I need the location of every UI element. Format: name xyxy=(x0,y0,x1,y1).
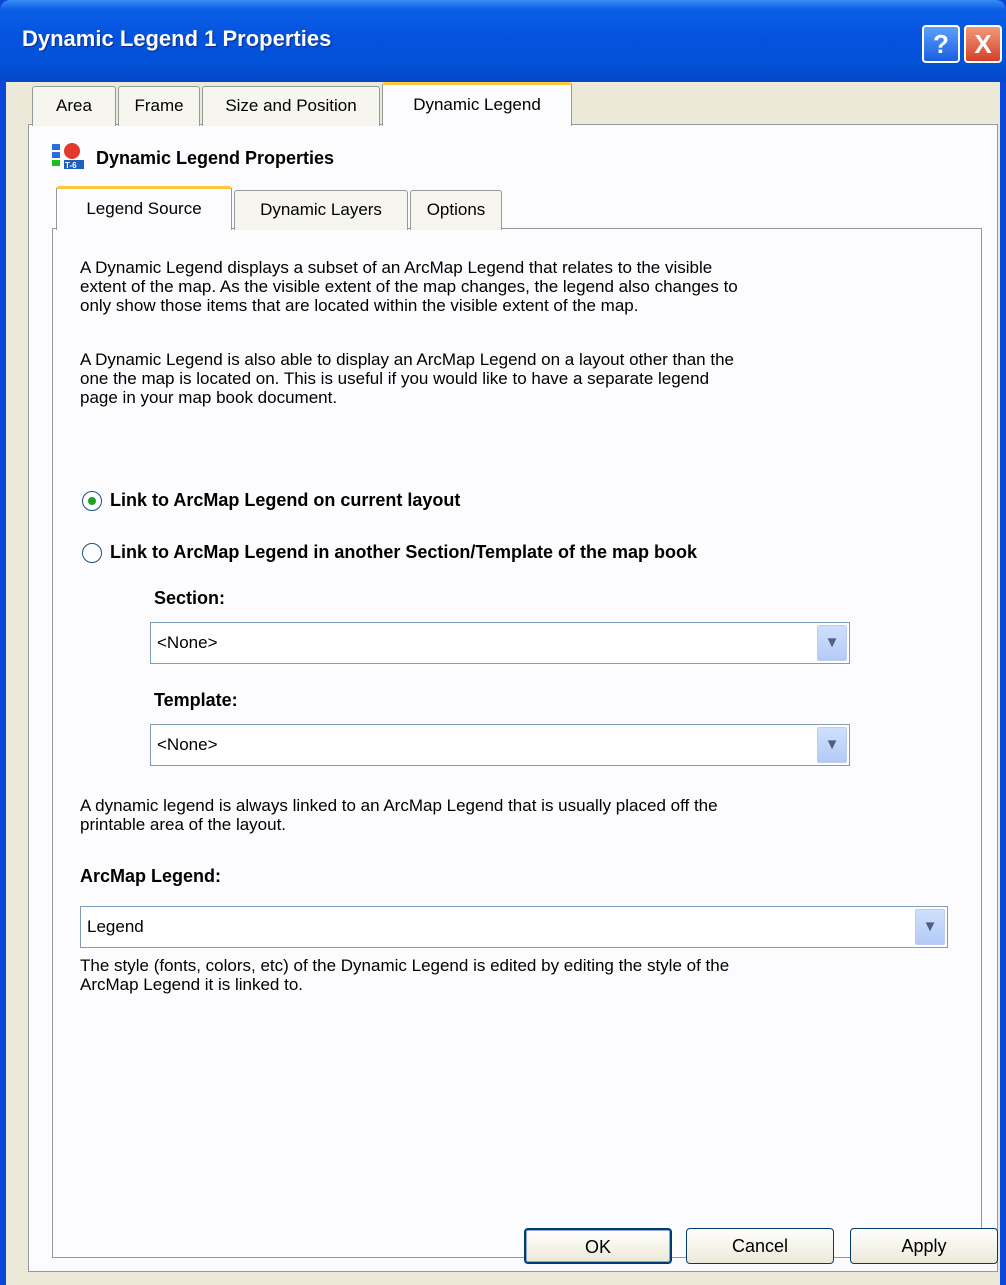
radio-current-layout[interactable]: Link to ArcMap Legend on current layout xyxy=(82,490,460,511)
ok-button[interactable]: OK xyxy=(524,1228,672,1264)
panel-header: Dynamic Legend Properties xyxy=(96,148,335,168)
template-label: Template: xyxy=(154,690,238,710)
dialog-window: Dynamic Legend 1 Properties ? X Area Fra… xyxy=(0,0,1006,1285)
tab-legend-source[interactable]: Legend Source xyxy=(56,186,232,230)
radio-current-layout-label: Link to ArcMap Legend on current layout xyxy=(110,490,461,510)
chevron-down-icon[interactable]: ▼ xyxy=(817,727,847,763)
description-paragraph-4: The style (fonts, colors, etc) of the Dy… xyxy=(80,956,730,994)
svg-text:T-6: T-6 xyxy=(65,161,77,170)
tab-area[interactable]: Area xyxy=(32,86,116,126)
arcmap-legend-label: ArcMap Legend: xyxy=(80,866,222,886)
radio-button-unselected[interactable] xyxy=(82,542,102,563)
chevron-down-icon[interactable]: ▼ xyxy=(915,909,945,945)
description-paragraph-3: A dynamic legend is always linked to an … xyxy=(80,796,718,834)
arcmap-legend-dropdown[interactable]: Legend ▼ xyxy=(80,906,948,948)
close-button[interactable]: X xyxy=(964,25,1002,63)
section-value: <None> xyxy=(157,633,218,652)
help-button[interactable]: ? xyxy=(922,25,960,63)
arcmap-legend-value: Legend xyxy=(87,917,144,936)
window-title: Dynamic Legend 1 Properties xyxy=(22,26,332,51)
tab-dynamic-layers[interactable]: Dynamic Layers xyxy=(234,190,408,230)
template-dropdown[interactable]: <None> ▼ xyxy=(150,724,850,766)
tab-dynamic-legend[interactable]: Dynamic Legend xyxy=(382,82,572,126)
cancel-button[interactable]: Cancel xyxy=(686,1228,834,1264)
radio-another-section[interactable]: Link to ArcMap Legend in another Section… xyxy=(82,542,697,563)
radio-another-section-label: Link to ArcMap Legend in another Section… xyxy=(110,542,698,562)
apply-button[interactable]: Apply xyxy=(850,1228,998,1264)
section-dropdown[interactable]: <None> ▼ xyxy=(150,622,850,664)
template-value: <None> xyxy=(157,735,218,754)
dynamic-legend-icon: T-6 xyxy=(52,143,84,170)
section-label: Section: xyxy=(154,588,226,608)
tab-frame[interactable]: Frame xyxy=(118,86,200,126)
chevron-down-icon[interactable]: ▼ xyxy=(817,625,847,661)
title-bar[interactable]: Dynamic Legend 1 Properties ? X xyxy=(0,0,1006,82)
description-paragraph-1: A Dynamic Legend displays a subset of an… xyxy=(80,258,738,315)
radio-button-selected[interactable] xyxy=(82,490,102,511)
tab-options[interactable]: Options xyxy=(410,190,502,230)
dialog-client-area: Area Frame Size and Position Dynamic Leg… xyxy=(6,82,1000,1285)
description-paragraph-2: A Dynamic Legend is also able to display… xyxy=(80,350,734,407)
tab-size-and-position[interactable]: Size and Position xyxy=(202,86,380,126)
